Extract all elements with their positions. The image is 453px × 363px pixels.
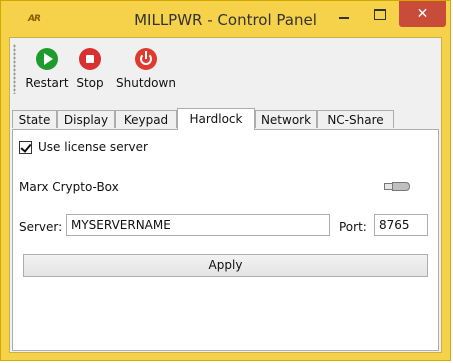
close-button[interactable]: ✕ — [399, 1, 446, 27]
toolbar-grip[interactable] — [13, 44, 16, 94]
restart-label: Restart — [25, 76, 69, 90]
usb-body-shape — [392, 182, 410, 191]
control-panel-window: AR MILLPWR - Control Panel ✕ Restart Sto… — [0, 0, 451, 361]
device-label: Marx Crypto-Box — [19, 180, 119, 194]
usb-dongle-icon — [384, 181, 414, 192]
tab-state[interactable]: State — [12, 110, 57, 128]
server-input[interactable]: MYSERVERNAME — [66, 214, 330, 236]
port-label: Port: — [339, 220, 367, 234]
apply-button[interactable]: Apply — [23, 254, 428, 277]
tab-hardlock[interactable]: Hardlock — [177, 108, 255, 130]
tab-nc-share[interactable]: NC-Share — [317, 110, 394, 128]
shutdown-label: Shutdown — [116, 76, 176, 90]
use-license-server-checkbox[interactable] — [19, 140, 32, 154]
maximize-button[interactable] — [363, 1, 397, 27]
stop-button[interactable]: Stop — [72, 44, 108, 90]
minimize-button[interactable] — [327, 1, 361, 27]
stop-label: Stop — [76, 76, 104, 90]
use-license-server-label[interactable]: Use license server — [38, 140, 148, 154]
hardlock-panel: Use license server Marx Crypto-Box Serve… — [12, 129, 439, 351]
title-bar[interactable]: AR MILLPWR - Control Panel ✕ — [1, 1, 450, 37]
client-area: Restart Stop Shutdown State Display Keyp… — [9, 37, 442, 353]
tab-keypad[interactable]: Keypad — [115, 110, 177, 128]
tab-display[interactable]: Display — [57, 110, 115, 128]
use-license-server-row[interactable]: Use license server — [19, 140, 148, 154]
tab-bar: State Display Keypad Hardlock Network NC… — [10, 108, 441, 130]
play-icon — [36, 48, 58, 70]
port-input[interactable]: 8765 — [374, 214, 428, 236]
toolbar: Restart Stop Shutdown — [10, 38, 441, 102]
power-icon — [135, 48, 157, 70]
minimize-icon — [339, 17, 349, 19]
stop-icon — [79, 48, 101, 70]
close-icon: ✕ — [416, 6, 429, 22]
server-label: Server: — [19, 220, 63, 234]
restart-button[interactable]: Restart — [24, 44, 70, 90]
shutdown-button[interactable]: Shutdown — [114, 44, 178, 90]
tab-network[interactable]: Network — [255, 110, 317, 128]
maximize-icon — [374, 8, 386, 20]
